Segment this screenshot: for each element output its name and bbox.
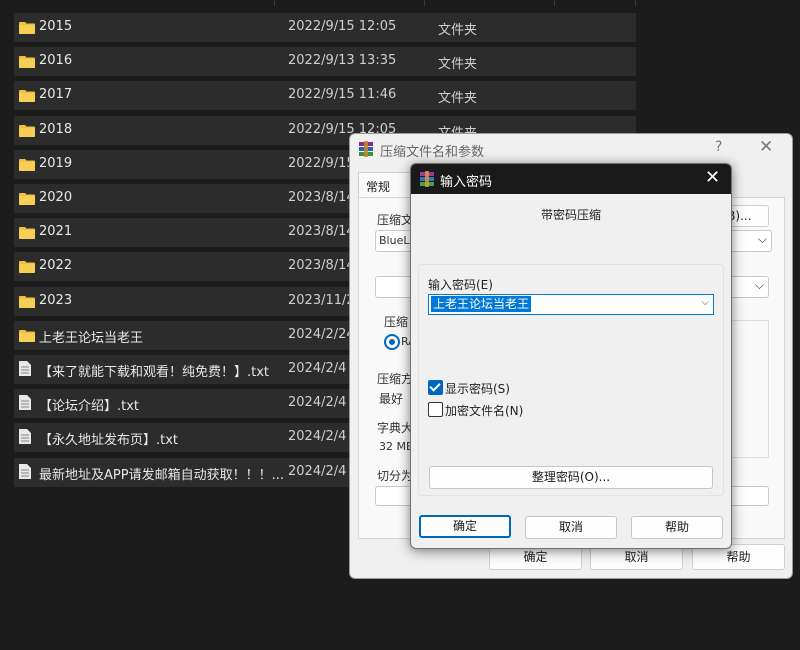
show-password-label: 显示密码(S) bbox=[445, 382, 510, 396]
help-icon[interactable]: ? bbox=[715, 139, 722, 155]
file-date: 2022/9/13 13:35 bbox=[288, 53, 397, 69]
file-date: 2023/11/2 bbox=[288, 292, 355, 308]
text-file-icon bbox=[19, 395, 35, 411]
cancel-button[interactable]: 取消 bbox=[525, 516, 617, 539]
encrypt-names-label: 加密文件名(N) bbox=[445, 404, 524, 418]
file-name: 2015 bbox=[39, 19, 73, 34]
file-name: 2019 bbox=[39, 155, 73, 171]
folder-icon bbox=[19, 260, 35, 274]
winrar-icon bbox=[359, 141, 373, 157]
file-date: 2023/8/14 bbox=[288, 224, 355, 240]
file-type: 文件夹 bbox=[438, 91, 478, 107]
file-name: 2022 bbox=[39, 258, 73, 274]
column-dividers bbox=[14, 0, 636, 6]
format-label: 压缩 bbox=[384, 315, 409, 329]
dialog-heading: 带密码压缩 bbox=[540, 208, 601, 222]
encrypt-names-checkbox[interactable] bbox=[428, 402, 443, 417]
winrar-icon bbox=[420, 171, 434, 187]
file-name: 【论坛介绍】.txt bbox=[39, 399, 140, 415]
method-value[interactable]: 最好 bbox=[379, 390, 403, 407]
file-date: 2022/9/15 12:05 bbox=[288, 19, 397, 34]
file-row[interactable]: 2015 2022/9/15 12:05 文件夹 bbox=[14, 13, 636, 42]
password-dialog: 输入密码 ✕ 带密码压缩 输入密码(E) 上老王论坛当老王 ⌵ 显示密码(S) … bbox=[410, 163, 732, 549]
file-name: 最新地址及APP请发邮箱自动获取！！！... bbox=[39, 467, 284, 483]
dict-label: 字典大 bbox=[377, 421, 414, 435]
file-name: 【永久地址发布页】.txt bbox=[39, 433, 179, 449]
file-type: 文件夹 bbox=[438, 57, 478, 73]
text-file-icon bbox=[19, 429, 35, 445]
dialog-title: 压缩文件名和参数 bbox=[380, 145, 485, 160]
close-icon[interactable]: ✕ bbox=[705, 167, 720, 188]
file-date: 2022/9/15 11:46 bbox=[288, 87, 397, 103]
password-value: 上老王论坛当老王 bbox=[431, 296, 532, 312]
folder-icon bbox=[19, 329, 35, 342]
organize-passwords-button[interactable]: 整理密码(O)... bbox=[429, 466, 713, 489]
file-name: 【来了就能下载和观看！纯免费！】.txt bbox=[39, 365, 270, 380]
title-bar: 输入密码 ✕ bbox=[411, 164, 731, 194]
file-type: 文件夹 bbox=[438, 23, 478, 38]
folder-icon bbox=[19, 89, 35, 103]
file-date: 2024/2/24 bbox=[288, 326, 355, 342]
folder-icon bbox=[19, 124, 35, 137]
file-date: 2023/8/14 bbox=[288, 258, 355, 274]
dialog-title: 输入密码 bbox=[440, 175, 493, 190]
method-label: 压缩方 bbox=[377, 372, 414, 386]
dict-value[interactable]: 32 MB bbox=[379, 440, 414, 453]
ok-button[interactable]: 确定 bbox=[419, 515, 511, 538]
archive-name-label: 压缩文 bbox=[377, 213, 414, 227]
file-row[interactable]: 2017 2022/9/15 11:46 文件夹 bbox=[14, 81, 636, 111]
file-name: 2021 bbox=[39, 224, 73, 240]
folder-icon bbox=[19, 55, 35, 69]
password-input[interactable]: 上老王论坛当老王 ⌵ bbox=[428, 294, 714, 315]
close-icon[interactable]: ✕ bbox=[759, 137, 773, 157]
tab-general[interactable]: 常规 bbox=[358, 172, 412, 199]
show-password-checkbox[interactable] bbox=[428, 380, 443, 395]
file-name: 上老王论坛当老王 bbox=[39, 330, 144, 346]
text-file-icon bbox=[19, 361, 35, 376]
folder-icon bbox=[19, 158, 35, 171]
split-label: 切分为 bbox=[377, 469, 414, 483]
text-file-icon bbox=[19, 463, 35, 479]
file-name: 2023 bbox=[39, 292, 73, 308]
file-date: 2022/9/15 bbox=[288, 155, 355, 171]
chevron-down-icon[interactable]: ⌵ bbox=[701, 297, 709, 308]
format-radio[interactable] bbox=[384, 334, 400, 350]
file-name: 2018 bbox=[39, 121, 73, 137]
folder-icon bbox=[19, 21, 35, 34]
password-label: 输入密码(E) bbox=[428, 278, 493, 292]
chevron-down-icon: ⌵ bbox=[754, 278, 764, 292]
folder-icon bbox=[19, 226, 35, 240]
file-row[interactable]: 2016 2022/9/13 13:35 文件夹 bbox=[14, 47, 636, 77]
folder-icon bbox=[19, 295, 35, 308]
file-name: 2020 bbox=[39, 190, 73, 205]
chevron-down-icon: ⌵ bbox=[757, 232, 767, 246]
folder-icon bbox=[19, 192, 35, 205]
file-date: 2023/8/14 bbox=[288, 190, 355, 205]
file-name: 2017 bbox=[39, 87, 73, 103]
file-name: 2016 bbox=[39, 53, 73, 69]
help-button[interactable]: 帮助 bbox=[631, 516, 723, 539]
